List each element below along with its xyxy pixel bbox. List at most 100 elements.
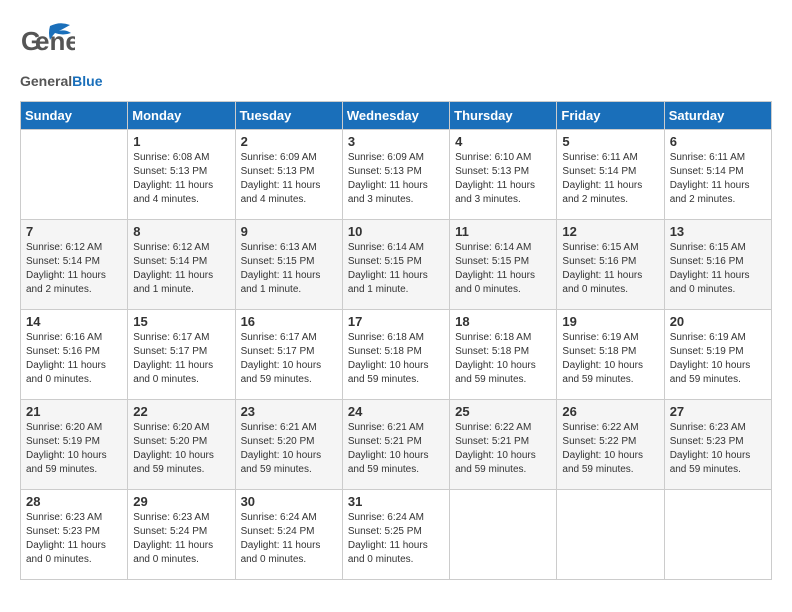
cell-info: Sunrise: 6:14 AMSunset: 5:15 PMDaylight:… [348,241,444,297]
day-header-tuesday: Tuesday [235,102,342,130]
calendar-cell: 11Sunrise: 6:14 AMSunset: 5:15 PMDayligh… [450,220,557,310]
calendar-cell [664,490,771,580]
calendar-cell: 24 Sunrise: 6:21 AMSunset: 5:21 PMDayligh… [342,400,449,490]
calendar-cell: 23 Sunrise: 6:21 AMSunset: 5:20 PMDayligh… [235,400,342,490]
calendar-cell: 31Sunrise: 6:24 AMSunset: 5:25 PMDayligh… [342,490,449,580]
cell-info: Sunrise: 6:21 AMSunset: 5:20 PMDaylight:… [241,421,337,477]
cell-info: Sunrise: 6:09 AMSunset: 5:13 PMDaylight:… [348,151,444,207]
calendar-cell: 28 Sunrise: 6:23 AMSunset: 5:23 PMDayligh… [21,490,128,580]
day-number: 21 [26,404,122,419]
calendar-cell: 5 Sunrise: 6:11 AMSunset: 5:14 PMDaylight… [557,130,664,220]
week-row-3: 14Sunrise: 6:16 AMSunset: 5:16 PMDayligh… [21,310,772,400]
page-header: G eneral GeneralBlue [20,20,772,91]
day-number: 27 [670,404,766,419]
calendar-cell: 20 Sunrise: 6:19 AMSunset: 5:19 PMDayligh… [664,310,771,400]
cell-info: Sunrise: 6:15 AMSunset: 5:16 PMDaylight:… [670,241,766,297]
cell-info: Sunrise: 6:22 AMSunset: 5:21 PMDaylight:… [455,421,551,477]
day-header-saturday: Saturday [664,102,771,130]
day-number: 20 [670,314,766,329]
calendar-cell: 29 Sunrise: 6:23 AMSunset: 5:24 PMDayligh… [128,490,235,580]
day-number: 10 [348,224,444,239]
cell-info: Sunrise: 6:21 AMSunset: 5:21 PMDaylight:… [348,421,444,477]
calendar-cell: 7Sunrise: 6:12 AMSunset: 5:14 PMDaylight… [21,220,128,310]
calendar-cell: 13 Sunrise: 6:15 AMSunset: 5:16 PMDayligh… [664,220,771,310]
calendar-cell: 1 Sunrise: 6:08 AMSunset: 5:13 PMDaylight… [128,130,235,220]
cell-info: Sunrise: 6:09 AMSunset: 5:13 PMDaylight:… [241,151,337,207]
logo: G eneral GeneralBlue [20,20,102,91]
cell-info: Sunrise: 6:20 AMSunset: 5:19 PMDaylight:… [26,421,122,477]
cell-info: Sunrise: 6:22 AMSunset: 5:22 PMDaylight:… [562,421,658,477]
calendar-cell: 30Sunrise: 6:24 AMSunset: 5:24 PMDayligh… [235,490,342,580]
day-number: 19 [562,314,658,329]
calendar-cell: 17Sunrise: 6:18 AMSunset: 5:18 PMDayligh… [342,310,449,400]
day-header-friday: Friday [557,102,664,130]
day-number: 4 [455,134,551,149]
day-number: 15 [133,314,229,329]
day-number: 12 [562,224,658,239]
day-number: 1 [133,134,229,149]
calendar-cell: 3 Sunrise: 6:09 AMSunset: 5:13 PMDaylight… [342,130,449,220]
cell-info: Sunrise: 6:11 AMSunset: 5:14 PMDaylight:… [562,151,658,207]
calendar-cell: 8 Sunrise: 6:12 AMSunset: 5:14 PMDaylight… [128,220,235,310]
cell-info: Sunrise: 6:11 AMSunset: 5:14 PMDaylight:… [670,151,766,207]
cell-info: Sunrise: 6:10 AMSunset: 5:13 PMDaylight:… [455,151,551,207]
calendar-header: SundayMondayTuesdayWednesdayThursdayFrid… [21,102,772,130]
day-number: 3 [348,134,444,149]
week-row-2: 7Sunrise: 6:12 AMSunset: 5:14 PMDaylight… [21,220,772,310]
calendar-cell: 18Sunrise: 6:18 AMSunset: 5:18 PMDayligh… [450,310,557,400]
cell-info: Sunrise: 6:19 AMSunset: 5:19 PMDaylight:… [670,331,766,387]
cell-info: Sunrise: 6:18 AMSunset: 5:18 PMDaylight:… [455,331,551,387]
calendar-cell: 22Sunrise: 6:20 AMSunset: 5:20 PMDayligh… [128,400,235,490]
day-number: 28 [26,494,122,509]
cell-info: Sunrise: 6:19 AMSunset: 5:18 PMDaylight:… [562,331,658,387]
day-number: 14 [26,314,122,329]
day-number: 24 [348,404,444,419]
cell-info: Sunrise: 6:13 AMSunset: 5:15 PMDaylight:… [241,241,337,297]
day-header-thursday: Thursday [450,102,557,130]
calendar-cell: 4 Sunrise: 6:10 AMSunset: 5:13 PMDaylight… [450,130,557,220]
calendar-cell: 25 Sunrise: 6:22 AMSunset: 5:21 PMDayligh… [450,400,557,490]
calendar-cell: 27 Sunrise: 6:23 AMSunset: 5:23 PMDayligh… [664,400,771,490]
day-number: 6 [670,134,766,149]
cell-info: Sunrise: 6:12 AMSunset: 5:14 PMDaylight:… [26,241,122,297]
calendar-cell [21,130,128,220]
day-number: 22 [133,404,229,419]
day-number: 9 [241,224,337,239]
cell-info: Sunrise: 6:23 AMSunset: 5:23 PMDaylight:… [26,511,122,567]
logo-svg: G eneral [20,20,75,68]
calendar-cell: 16 Sunrise: 6:17 AMSunset: 5:17 PMDayligh… [235,310,342,400]
calendar-table: SundayMondayTuesdayWednesdayThursdayFrid… [20,101,772,580]
day-header-sunday: Sunday [21,102,128,130]
calendar-cell [557,490,664,580]
day-number: 17 [348,314,444,329]
calendar-cell: 6 Sunrise: 6:11 AMSunset: 5:14 PMDaylight… [664,130,771,220]
calendar-cell [450,490,557,580]
cell-info: Sunrise: 6:15 AMSunset: 5:16 PMDaylight:… [562,241,658,297]
day-number: 25 [455,404,551,419]
calendar-cell: 15 Sunrise: 6:17 AMSunset: 5:17 PMDayligh… [128,310,235,400]
calendar-cell: 14Sunrise: 6:16 AMSunset: 5:16 PMDayligh… [21,310,128,400]
day-header-wednesday: Wednesday [342,102,449,130]
day-header-monday: Monday [128,102,235,130]
cell-info: Sunrise: 6:23 AMSunset: 5:23 PMDaylight:… [670,421,766,477]
day-number: 30 [241,494,337,509]
day-number: 2 [241,134,337,149]
calendar-body: 1 Sunrise: 6:08 AMSunset: 5:13 PMDaylight… [21,130,772,580]
day-number: 13 [670,224,766,239]
cell-info: Sunrise: 6:17 AMSunset: 5:17 PMDaylight:… [241,331,337,387]
calendar-cell: 10 Sunrise: 6:14 AMSunset: 5:15 PMDayligh… [342,220,449,310]
day-number: 23 [241,404,337,419]
cell-info: Sunrise: 6:08 AMSunset: 5:13 PMDaylight:… [133,151,229,207]
calendar-cell: 2 Sunrise: 6:09 AMSunset: 5:13 PMDaylight… [235,130,342,220]
day-number: 5 [562,134,658,149]
day-number: 11 [455,224,551,239]
logo-label: GeneralBlue [20,73,102,89]
day-number: 8 [133,224,229,239]
day-header-row: SundayMondayTuesdayWednesdayThursdayFrid… [21,102,772,130]
cell-info: Sunrise: 6:17 AMSunset: 5:17 PMDaylight:… [133,331,229,387]
cell-info: Sunrise: 6:12 AMSunset: 5:14 PMDaylight:… [133,241,229,297]
calendar-cell: 19 Sunrise: 6:19 AMSunset: 5:18 PMDayligh… [557,310,664,400]
day-number: 16 [241,314,337,329]
cell-info: Sunrise: 6:23 AMSunset: 5:24 PMDaylight:… [133,511,229,567]
day-number: 29 [133,494,229,509]
